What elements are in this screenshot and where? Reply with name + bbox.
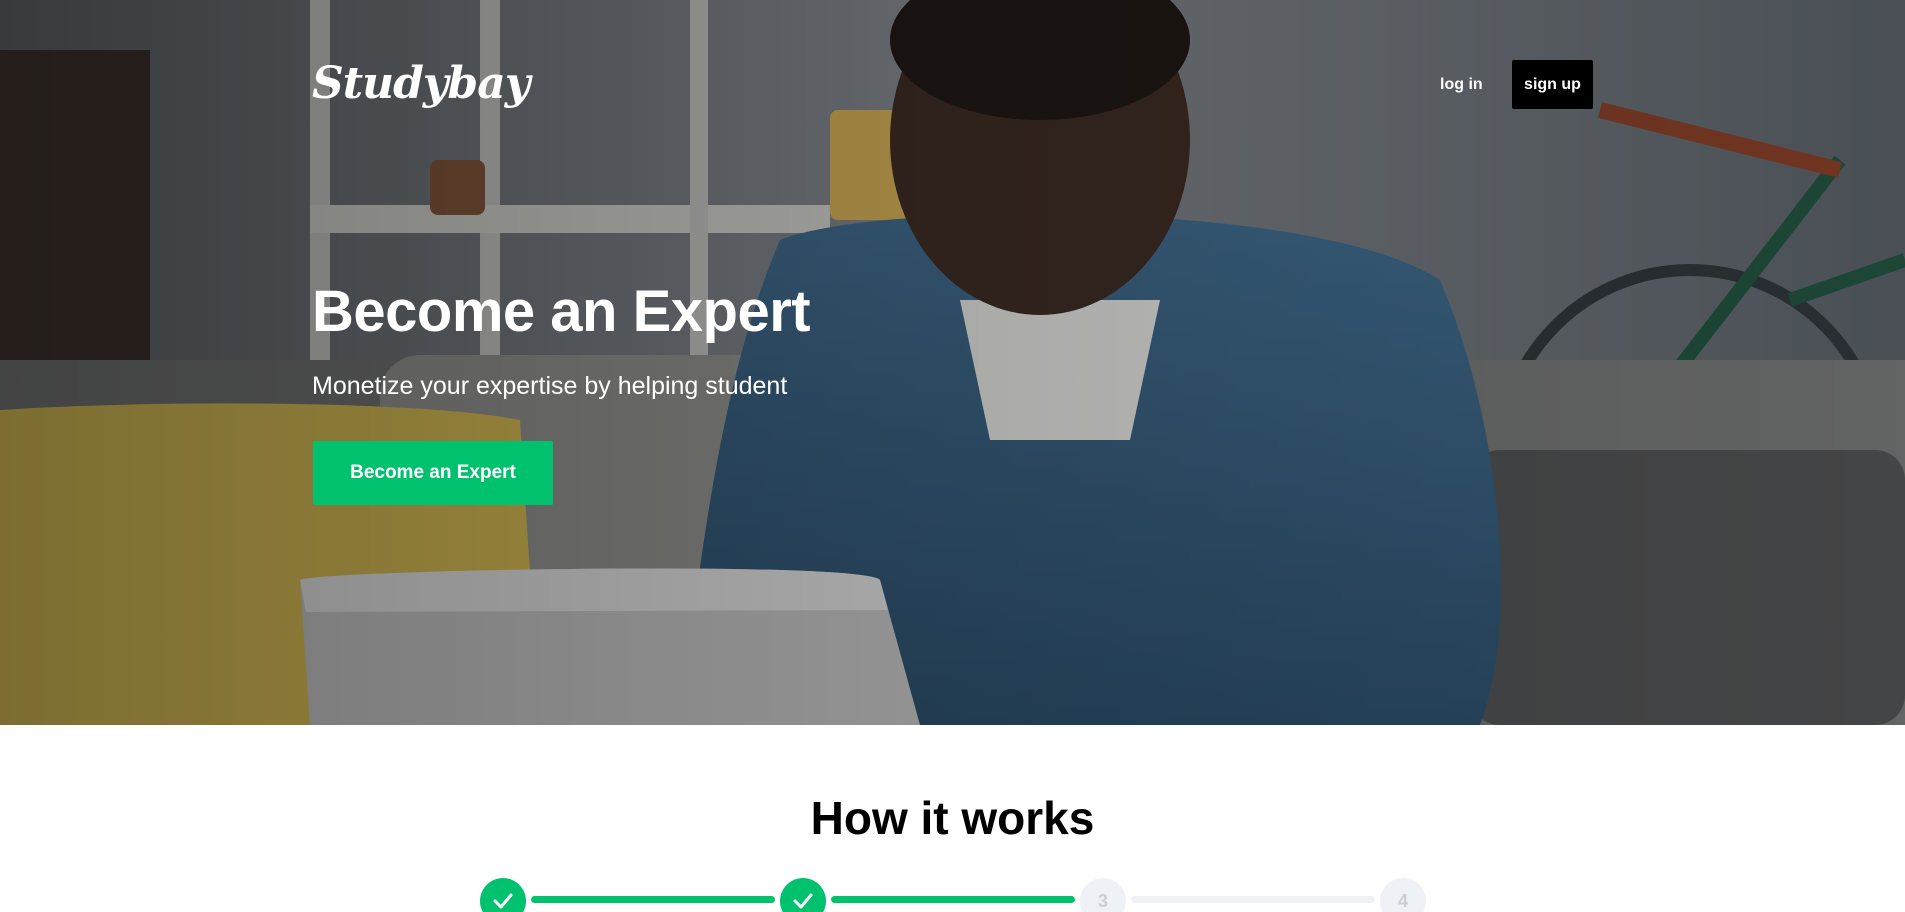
step-connector-2 [831,896,1075,903]
step-1-circle [480,878,526,912]
become-expert-button[interactable]: Become an Expert [313,441,553,505]
step-3-number: 3 [1097,891,1108,911]
studybay-logo[interactable]: Studybay [312,56,530,112]
check-icon [493,893,513,909]
step-3-circle: 3 [1080,878,1126,912]
step-4-number: 4 [1397,891,1408,911]
step-2-circle [780,878,826,912]
step-connector-1 [531,896,775,903]
signup-button[interactable]: sign up [1512,60,1593,109]
hero-subtitle: Monetize your expertise by helping stude… [312,372,788,400]
step-4-circle: 4 [1380,878,1426,912]
hero-section: Studybay log in sign up Become an Expert… [0,0,1905,725]
hero-title: Become an Expert [312,279,811,344]
step-connector-3 [1131,896,1375,903]
how-it-works-title: How it works [810,792,1095,844]
progress-stepper: 3 4 [0,876,1905,912]
check-icon [793,893,813,909]
login-link[interactable]: log in [1428,60,1495,110]
hero-overlay [0,0,1905,725]
